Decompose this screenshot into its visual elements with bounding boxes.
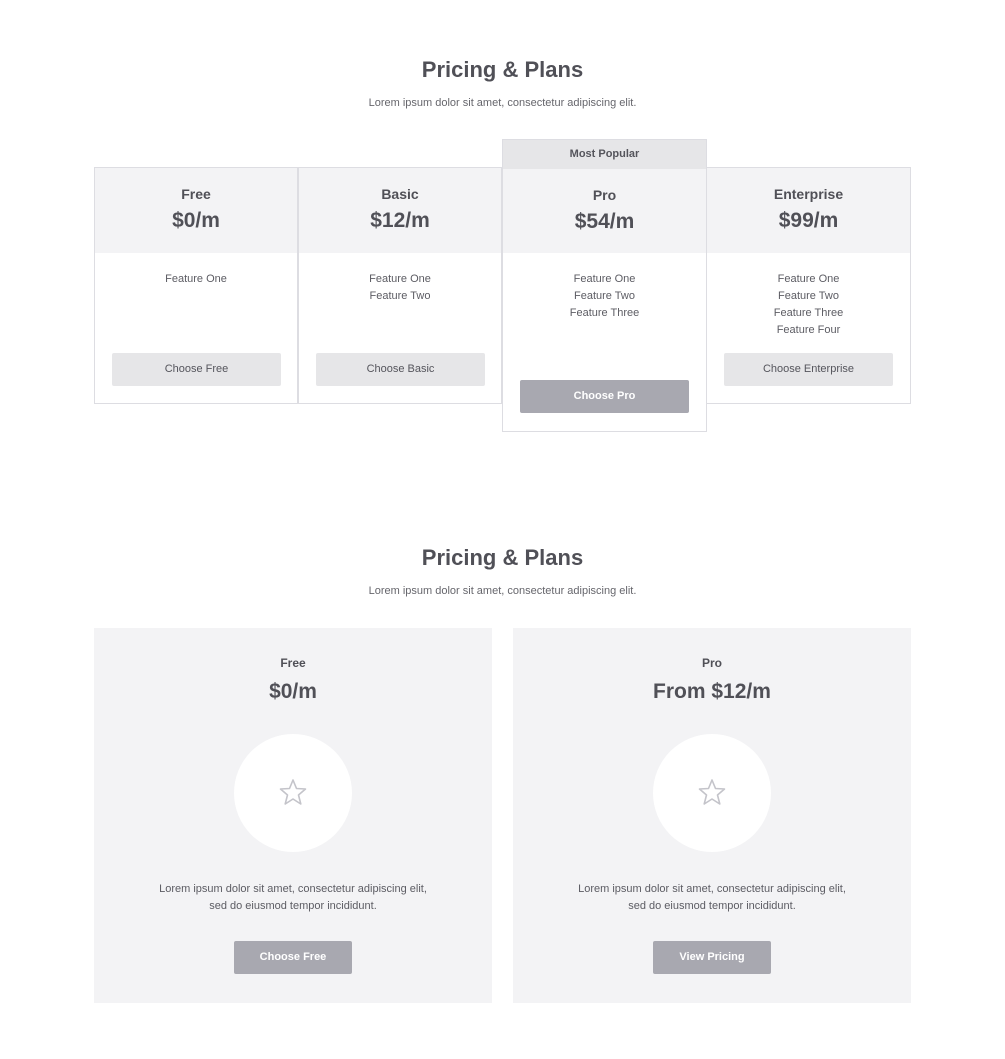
plan-name: Free bbox=[181, 186, 211, 202]
choose-free-button[interactable]: Choose Free bbox=[234, 941, 352, 974]
feature-item: Feature Two bbox=[574, 290, 635, 302]
plan-header: Pro $54/m bbox=[503, 169, 706, 253]
plan-features: Feature One Feature Two Feature Three bbox=[503, 253, 706, 322]
feature-item: Feature One bbox=[777, 273, 840, 285]
star-icon bbox=[698, 779, 726, 805]
description-line: Lorem ipsum dolor sit amet, consectetur … bbox=[159, 883, 427, 895]
feature-item: Feature Four bbox=[776, 324, 841, 336]
feature-item: Feature Three bbox=[773, 307, 844, 319]
plan-price: $0/m bbox=[172, 209, 220, 232]
plan-free: Free $0/m Feature One Choose Free bbox=[94, 167, 298, 404]
section1-title: Pricing & Plans bbox=[421, 57, 584, 82]
description-line: Lorem ipsum dolor sit amet, consectetur … bbox=[578, 883, 846, 895]
plan-name: Pro bbox=[592, 187, 617, 203]
choose-pro-button[interactable]: Choose Pro bbox=[520, 380, 689, 413]
plan-description: Lorem ipsum dolor sit amet, consectetur … bbox=[124, 881, 462, 915]
feature-item: Feature One bbox=[369, 273, 431, 285]
feature-item: Feature One bbox=[165, 273, 227, 285]
plan-card-free: Free $0/m Lorem ipsum dolor sit amet, co… bbox=[94, 628, 492, 1003]
section2-subtitle: Lorem ipsum dolor sit amet, consectetur … bbox=[368, 585, 637, 597]
choose-free-button[interactable]: Choose Free bbox=[112, 353, 281, 386]
view-pricing-button[interactable]: View Pricing bbox=[653, 941, 771, 974]
plan-name: Basic bbox=[381, 186, 419, 202]
feature-item: Feature Three bbox=[569, 307, 640, 319]
pricing-table: Free $0/m Feature One Choose Free Basic … bbox=[94, 139, 911, 432]
plan-description: Lorem ipsum dolor sit amet, consectetur … bbox=[543, 881, 881, 915]
plan-price: From $12/m bbox=[653, 680, 771, 703]
pricing-page: Pricing & Plans Lorem ipsum dolor sit am… bbox=[0, 0, 1005, 1059]
most-popular-badge: Most Popular bbox=[503, 140, 706, 169]
plan-features: Feature One Feature Two Feature Three Fe… bbox=[707, 253, 910, 339]
feature-item: Feature One bbox=[573, 273, 636, 285]
plan-price: $99/m bbox=[778, 209, 839, 232]
section1-subtitle: Lorem ipsum dolor sit amet, consectetur … bbox=[368, 97, 637, 109]
choose-basic-button[interactable]: Choose Basic bbox=[316, 353, 485, 386]
icon-circle bbox=[653, 734, 771, 852]
icon-circle bbox=[234, 734, 352, 852]
plan-card-pro: Pro From $12/m Lorem ipsum dolor sit ame… bbox=[513, 628, 911, 1003]
star-icon bbox=[279, 779, 307, 805]
plan-header: Basic $12/m bbox=[299, 168, 501, 253]
plan-name: Enterprise bbox=[773, 186, 844, 202]
plan-price: $12/m bbox=[370, 209, 430, 232]
plan-enterprise: Enterprise $99/m Feature One Feature Two… bbox=[706, 167, 911, 404]
plan-price: $0/m bbox=[269, 680, 317, 703]
feature-item: Feature Two bbox=[369, 290, 431, 302]
plan-header: Enterprise $99/m bbox=[707, 168, 910, 253]
section2-title: Pricing & Plans bbox=[421, 545, 584, 570]
plan-basic: Basic $12/m Feature One Feature Two Choo… bbox=[298, 167, 502, 404]
description-line: sed do eiusmod tempor incididunt. bbox=[209, 900, 377, 912]
plan-pro: Most Popular Pro $54/m Feature One Featu… bbox=[502, 139, 707, 432]
plan-header: Free $0/m bbox=[95, 168, 297, 253]
feature-item: Feature Two bbox=[778, 290, 839, 302]
description-line: sed do eiusmod tempor incididunt. bbox=[628, 900, 796, 912]
plan-name: Pro bbox=[701, 656, 722, 670]
plan-name: Free bbox=[280, 656, 306, 670]
plan-features: Feature One Feature Two bbox=[299, 253, 501, 305]
plan-features: Feature One bbox=[95, 253, 297, 288]
plan-price: $54/m bbox=[574, 210, 635, 233]
choose-enterprise-button[interactable]: Choose Enterprise bbox=[724, 353, 893, 386]
